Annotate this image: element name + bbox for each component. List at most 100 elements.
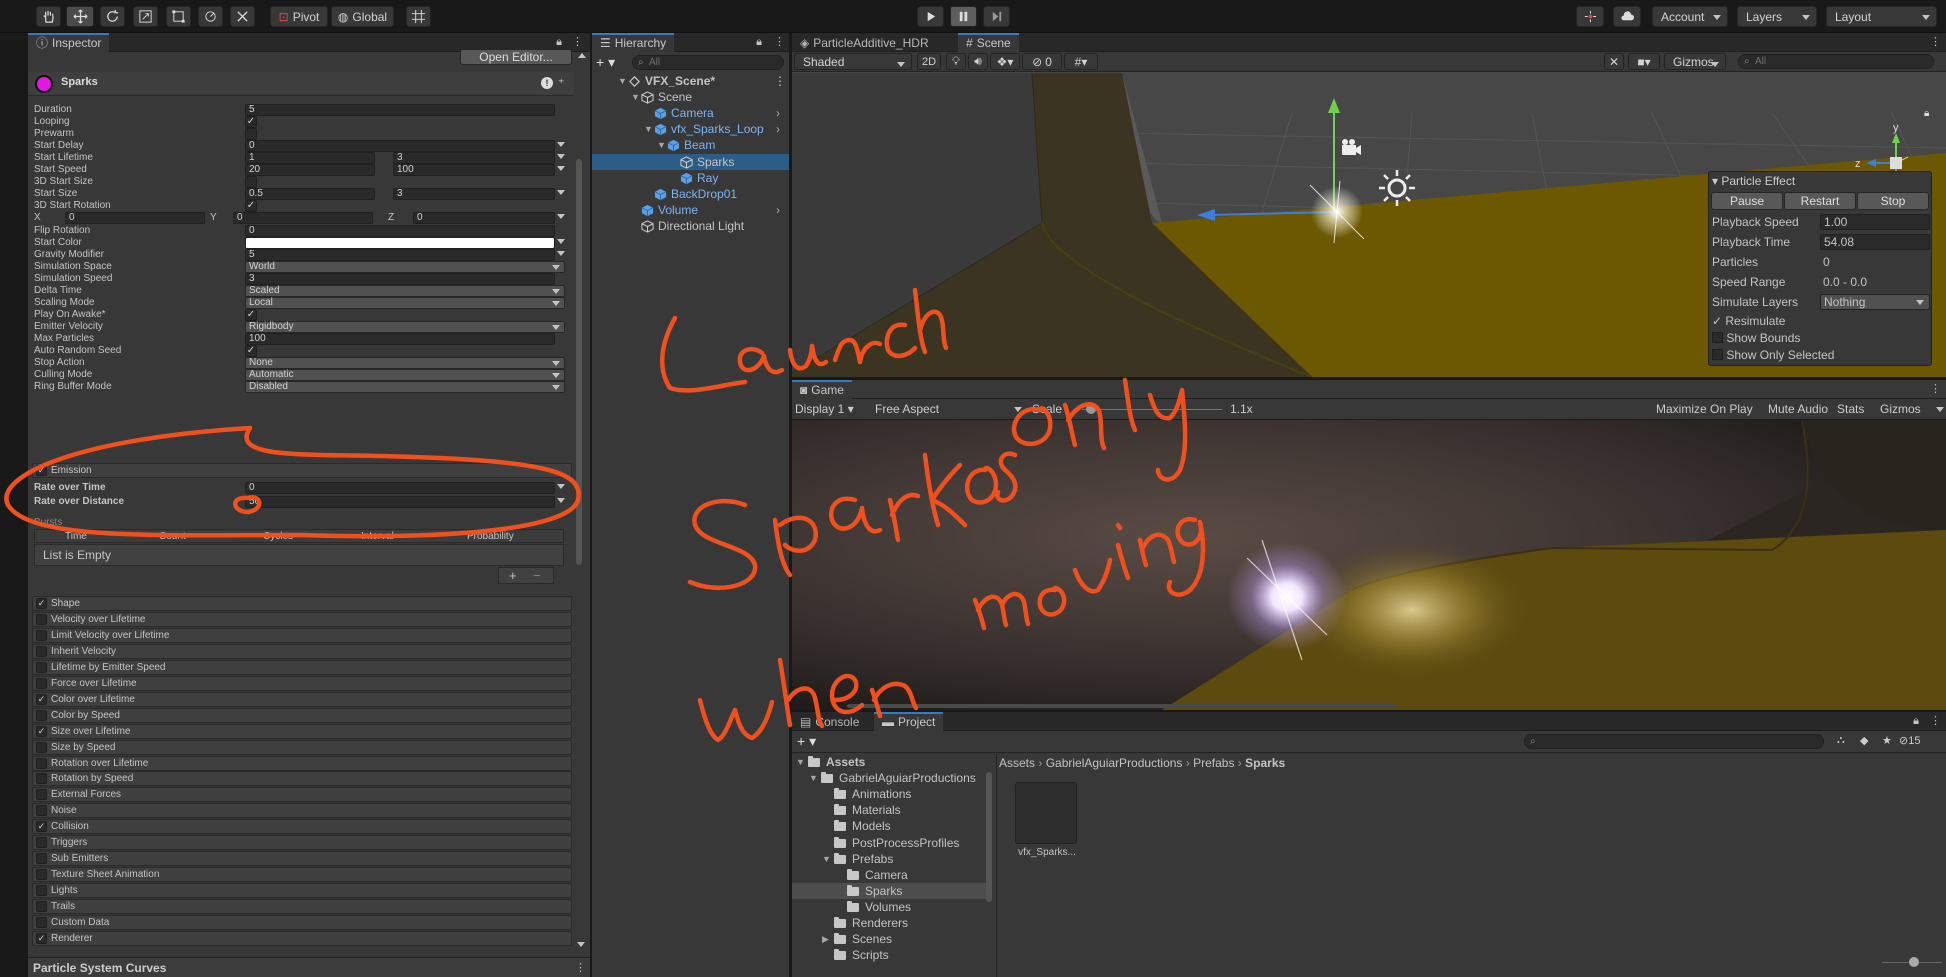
project-folder-materials[interactable]: Materials xyxy=(792,802,987,818)
scroll-down-icon[interactable] xyxy=(577,942,585,947)
inspector-menu-icon[interactable]: ⋮ xyxy=(572,36,583,48)
lighting-toggle[interactable]: 💡︎ xyxy=(946,53,966,70)
scene-tools-toggle[interactable]: ✕ xyxy=(1604,53,1624,70)
module-checkbox[interactable] xyxy=(36,901,47,913)
game-scrollbar[interactable] xyxy=(847,704,1397,708)
custom-tool-button[interactable] xyxy=(230,6,255,27)
breadcrumb-item[interactable]: Sparks xyxy=(1245,756,1285,770)
maximize-on-play-toggle[interactable]: Maximize On Play xyxy=(1656,402,1753,416)
tab-inspector[interactable]: ⓘ Inspector xyxy=(28,33,110,52)
scene-gizmos-dropdown[interactable]: Gizmos xyxy=(1664,53,1726,70)
module-checkbox[interactable] xyxy=(36,917,47,928)
hierarchy-search[interactable]: All xyxy=(632,55,784,70)
module-rotation-by-speed[interactable]: Rotation by Speed xyxy=(32,771,572,787)
module-checkbox[interactable] xyxy=(36,789,47,801)
chevron-down-icon[interactable] xyxy=(557,214,565,220)
emission-header[interactable]: ✓ Emission xyxy=(32,463,572,478)
property-dropdown[interactable]: Disabled xyxy=(245,381,565,394)
hierarchy-item-beam[interactable]: ▼ Beam xyxy=(592,137,789,153)
module-checkbox[interactable] xyxy=(36,805,47,817)
hidden-objects-toggle[interactable]: ⊘ 0 xyxy=(1022,53,1062,70)
module-sub-emitters[interactable]: Sub Emitters xyxy=(32,851,572,867)
playback-time-field[interactable]: 54.08 xyxy=(1820,234,1930,250)
module-checkbox[interactable]: ✓ xyxy=(36,932,47,944)
shading-dropdown[interactable]: Shaded xyxy=(794,53,912,70)
account-dropdown[interactable]: Account xyxy=(1652,6,1728,27)
module-triggers[interactable]: Triggers xyxy=(32,835,572,851)
chevron-right-icon[interactable]: › xyxy=(776,121,780,137)
project-folder-postprocessprofiles[interactable]: PostProcessProfiles xyxy=(792,835,987,851)
rect-tool-button[interactable] xyxy=(166,6,191,27)
expand-arrow-icon[interactable]: ▼ xyxy=(809,770,819,786)
expand-arrow-icon[interactable]: ▼ xyxy=(644,121,654,137)
favorites-icon[interactable]: ★ xyxy=(1882,734,1892,747)
display-dropdown[interactable]: Display 1 ▾ xyxy=(795,402,854,416)
hierarchy-menu-icon[interactable]: ⋮ xyxy=(774,36,785,48)
expand-arrow-icon[interactable]: ▶ xyxy=(822,931,832,947)
module-checkbox[interactable] xyxy=(36,613,47,625)
2d-toggle[interactable]: 2D xyxy=(917,53,941,70)
cloud-button[interactable] xyxy=(1613,6,1641,27)
project-folder-gabrielaguiarproductions[interactable]: ▼ GabrielAguiarProductions xyxy=(792,770,987,786)
show-bounds-checkbox[interactable]: Show Bounds xyxy=(1712,331,1800,345)
add-burst-button[interactable]: + xyxy=(509,568,517,583)
rate-over-time-field[interactable]: 0 xyxy=(245,482,555,494)
effects-toggle[interactable]: ❖▾ xyxy=(990,53,1020,70)
module-lifetime-by-emitter-speed[interactable]: Lifetime by Emitter Speed xyxy=(32,659,572,675)
stats-toggle[interactable]: Stats xyxy=(1837,402,1864,416)
module-custom-data[interactable]: Custom Data xyxy=(32,915,572,930)
transform-tool-button[interactable] xyxy=(198,6,223,27)
expand-arrow-icon[interactable]: ▼ xyxy=(796,754,806,770)
breadcrumb-item[interactable]: GabrielAguiarProductions xyxy=(1046,756,1183,770)
rate-over-distance-field[interactable]: 50 xyxy=(245,496,555,508)
hierarchy-item-ray[interactable]: Ray xyxy=(592,170,789,186)
expand-arrow-icon[interactable]: ▼ xyxy=(822,851,832,867)
module-checkbox[interactable]: ✓ xyxy=(36,598,47,609)
move-tool-button[interactable] xyxy=(66,6,94,27)
scale-tool-button[interactable] xyxy=(133,6,158,27)
breadcrumb-item[interactable]: Assets xyxy=(999,756,1035,770)
module-color-over-lifetime[interactable]: ✓ Color over Lifetime xyxy=(32,691,572,707)
collab-button[interactable] xyxy=(1576,6,1604,27)
pivot-toggle[interactable]: ⊡ Pivot xyxy=(270,6,328,27)
emission-checkbox[interactable]: ✓ xyxy=(36,465,47,476)
project-folder-scenes[interactable]: ▶ Scenes xyxy=(792,931,987,947)
chevron-down-icon[interactable] xyxy=(557,484,565,489)
hidden-packages-toggle[interactable]: ⊘15 xyxy=(1899,734,1920,747)
chevron-down-icon[interactable] xyxy=(557,238,565,244)
audio-toggle[interactable]: 🔊︎ xyxy=(968,53,988,70)
asset-thumbnail[interactable] xyxy=(1015,782,1077,844)
tab-project[interactable]: ▬ Project xyxy=(874,712,944,731)
scene-menu-icon[interactable]: ⋮ xyxy=(1930,36,1941,48)
project-menu-icon[interactable]: ⋮ xyxy=(1930,715,1941,727)
step-button[interactable] xyxy=(983,6,1010,27)
tab-particle-additive[interactable]: ◈ ParticleAdditive_HDR xyxy=(792,33,937,52)
play-button[interactable] xyxy=(917,6,944,27)
lock-icon[interactable]: 🔒︎ xyxy=(555,36,563,48)
hierarchy-item-sparks[interactable]: Sparks xyxy=(592,153,789,170)
chevron-right-icon[interactable]: › xyxy=(776,105,780,121)
resimulate-checkbox[interactable]: ✓ Resimulate xyxy=(1712,314,1785,328)
layers-dropdown[interactable]: Layers xyxy=(1737,6,1817,27)
hierarchy-item-directional-light[interactable]: Directional Light xyxy=(592,218,789,234)
game-menu-icon[interactable]: ⋮ xyxy=(1930,383,1941,395)
help-icon[interactable]: ! xyxy=(541,77,553,89)
playback-speed-field[interactable]: 1.00 xyxy=(1820,214,1930,230)
chevron-down-icon[interactable] xyxy=(557,154,565,160)
module-shape[interactable]: ✓ Shape xyxy=(32,596,572,611)
module-limit-velocity-over-lifetime[interactable]: Limit Velocity over Lifetime xyxy=(32,627,572,643)
pause-button[interactable] xyxy=(950,6,977,27)
chevron-down-icon[interactable] xyxy=(557,250,565,256)
project-folder-prefabs[interactable]: ▼ Prefabs xyxy=(792,851,987,867)
tab-scene[interactable]: # Scene xyxy=(958,33,1019,52)
tab-console[interactable]: ▤ Console xyxy=(792,712,867,731)
inspector-scrollbar[interactable] xyxy=(574,157,584,567)
folder-tree-scrollbar[interactable] xyxy=(986,772,992,902)
project-create-button[interactable]: + ▾ xyxy=(797,733,816,750)
search-by-type-icon[interactable]: ⛬ xyxy=(1837,734,1845,747)
tab-game[interactable]: ◙ Game xyxy=(792,380,852,399)
hierarchy-item-camera[interactable]: Camera › xyxy=(592,105,789,121)
module-force-over-lifetime[interactable]: Force over Lifetime xyxy=(32,675,572,691)
scene-menu-icon[interactable]: ⋮ xyxy=(774,73,786,89)
pause-effect-button[interactable]: Pause xyxy=(1711,192,1783,210)
